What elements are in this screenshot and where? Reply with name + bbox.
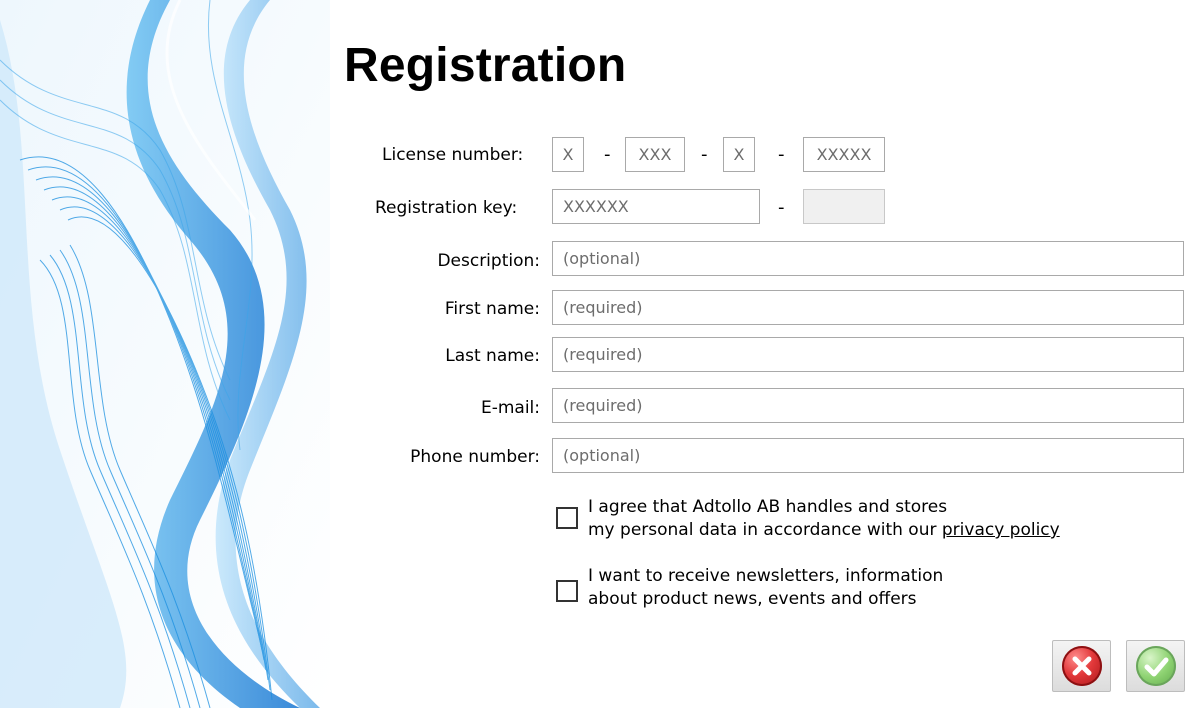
email-label: E-mail: xyxy=(480,398,540,418)
privacy-consent-checkbox[interactable] xyxy=(556,507,578,529)
license-separator-3: - xyxy=(778,144,785,165)
phone-number-label: Phone number: xyxy=(410,447,540,467)
registration-key-label: Registration key: xyxy=(375,198,518,218)
privacy-consent-text: I agree that Adtollo AB handles and stor… xyxy=(588,496,1060,542)
first-name-label: First name: xyxy=(444,299,540,319)
license-part-4-input[interactable]: XXXXX xyxy=(803,137,885,172)
privacy-consent-line-1: I agree that Adtollo AB handles and stor… xyxy=(588,497,948,517)
newsletter-consent-text: I want to receive newsletters, informati… xyxy=(588,565,943,611)
privacy-consent-line-2-text: my personal data in accordance with our xyxy=(588,520,942,540)
ok-button[interactable] xyxy=(1126,640,1185,692)
description-label: Description: xyxy=(437,251,540,271)
registration-key-input[interactable]: XXXXXX xyxy=(552,189,760,224)
email-input[interactable]: (required) xyxy=(552,388,1184,423)
newsletter-consent-line-1: I want to receive newsletters, informati… xyxy=(588,566,944,586)
license-separator-2: - xyxy=(701,144,708,165)
decorative-wave-artwork xyxy=(0,0,330,708)
registration-key-suffix-input[interactable] xyxy=(803,189,885,224)
newsletter-consent-checkbox[interactable] xyxy=(556,580,578,602)
license-separator-1: - xyxy=(604,144,611,165)
privacy-consent-line-2: my personal data in accordance with our … xyxy=(588,519,1060,542)
last-name-input[interactable]: (required) xyxy=(552,337,1184,372)
cancel-x-icon xyxy=(1062,646,1102,686)
privacy-policy-link[interactable]: privacy policy xyxy=(942,520,1060,540)
phone-number-input[interactable]: (optional) xyxy=(552,438,1184,473)
license-part-2-input[interactable]: XXX xyxy=(625,137,685,172)
first-name-input[interactable]: (required) xyxy=(552,290,1184,325)
registration-key-separator: - xyxy=(778,197,785,218)
license-part-3-input[interactable]: X xyxy=(723,137,755,172)
last-name-label: Last name: xyxy=(445,346,540,366)
page-title: Registration xyxy=(344,39,627,92)
cancel-button[interactable] xyxy=(1052,640,1111,692)
newsletter-consent-line-2: about product news, events and offers xyxy=(588,589,917,609)
ok-checkmark-icon xyxy=(1136,646,1176,686)
license-part-1-input[interactable]: X xyxy=(552,137,584,172)
description-input[interactable]: (optional) xyxy=(552,241,1184,276)
license-number-label: License number: xyxy=(382,145,524,165)
